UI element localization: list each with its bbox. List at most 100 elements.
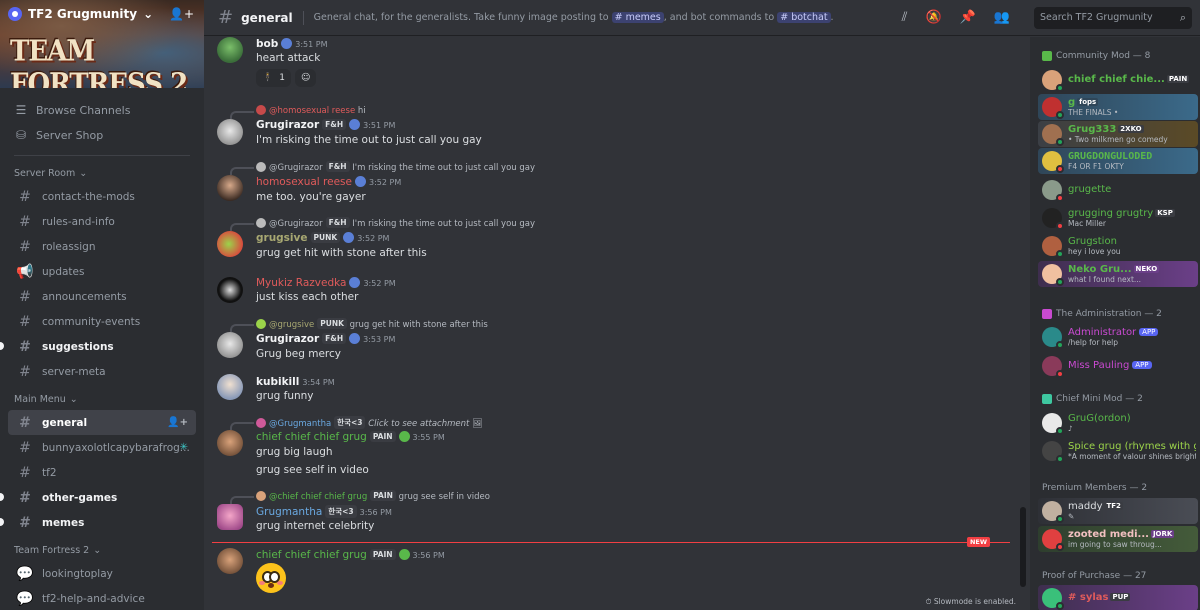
channel-topic[interactable]: General chat, for the generalists. Take …: [314, 12, 834, 23]
status-online-icon: [1056, 111, 1064, 119]
reply-preview[interactable]: @chief chief chief grug PAIN grug see sel…: [256, 490, 490, 502]
member-list-icon[interactable]: 👥: [994, 10, 1010, 25]
forum-lookingtoplay[interactable]: 💬 lookingtoplay: [8, 561, 196, 586]
username[interactable]: Grugirazor F&H 3:51 PM: [256, 119, 395, 131]
avatar[interactable]: [217, 277, 243, 303]
category-server-room[interactable]: Server Room ⌄: [8, 162, 196, 184]
member-item[interactable]: Neko Gru... NEKO what I found next...: [1038, 261, 1198, 287]
avatar[interactable]: [217, 374, 243, 400]
role-badge-icon: [349, 119, 361, 130]
member-name: grugette: [1068, 184, 1112, 195]
invite-icon[interactable]: 👤+: [167, 417, 188, 428]
channel-suggestions[interactable]: # suggestions: [0, 334, 196, 359]
member-item[interactable]: maddy TF2 ✎: [1038, 498, 1198, 524]
timestamp: 3:55 PM: [412, 433, 445, 442]
avatar[interactable]: [217, 548, 243, 574]
status-online-icon: [1056, 602, 1064, 610]
username[interactable]: bob 3:51 PM: [256, 38, 327, 50]
avatar[interactable]: [217, 332, 243, 358]
avatar[interactable]: [217, 175, 243, 201]
forum-tf2-help-and-advice[interactable]: 💬 tf2-help-and-advice: [8, 586, 196, 610]
status-online-icon: [1056, 250, 1064, 258]
username[interactable]: homosexual reese 3:52 PM: [256, 176, 401, 188]
channel-contact-the-mods[interactable]: # contact-the-mods: [8, 184, 196, 209]
role-badge-icon: [354, 176, 366, 187]
timestamp: 3:51 PM: [295, 40, 328, 49]
member-item[interactable]: Miss Pauling APP: [1038, 353, 1198, 379]
member-item[interactable]: Grugstion hey i love you: [1038, 233, 1198, 259]
chat-scrollbar[interactable]: [1020, 507, 1026, 587]
username[interactable]: Myukiz Razvedka 3:52 PM: [256, 277, 396, 289]
member-item[interactable]: GruG(ordon) ♪: [1038, 410, 1198, 436]
channel-roleassign[interactable]: # roleassign: [8, 234, 196, 259]
member-item[interactable]: GRUGDONGULODED F4 OR F1 OKTY: [1038, 148, 1198, 174]
channel-other-games[interactable]: # other-games: [0, 485, 196, 510]
hash-icon: #: [19, 514, 31, 531]
channel-tf2[interactable]: # tf2: [8, 460, 196, 485]
threads-icon[interactable]: ⫽: [902, 10, 908, 25]
reply-preview[interactable]: @grugsive PUNK grug get hit with stone af…: [256, 318, 488, 330]
username[interactable]: grugsive PUNK 3:52 PM: [256, 232, 389, 244]
channel-title: general: [241, 10, 293, 25]
hash-icon: #: [19, 338, 31, 355]
list-icon: ☰: [15, 103, 27, 117]
browse-channels-button[interactable]: ☰ Browse Channels: [8, 98, 196, 122]
member-activity: im going to saw throug...: [1068, 540, 1162, 549]
username[interactable]: chief chief chief grug PAIN 3:56 PM: [256, 549, 445, 561]
notification-bell-muted-icon[interactable]: 🔕: [925, 10, 941, 25]
reply-preview[interactable]: @Grugirazor F&H I'm risking the time out …: [256, 161, 535, 173]
avatar[interactable]: [217, 504, 243, 530]
member-item[interactable]: Spice grug (rhymes with g... *A moment o…: [1038, 438, 1198, 464]
member-item[interactable]: grugette: [1038, 177, 1198, 203]
channel-updates[interactable]: 📢 updates: [8, 259, 196, 284]
server-banner[interactable]: TF2 Grugmunity ⌄ 👤+ TEAM FORTRESS 2: [0, 0, 204, 88]
reply-preview[interactable]: @Grugmantha 한국<3 Click to see attachment …: [256, 416, 483, 429]
member-item[interactable]: Grug333 2XKO • Two milkmen go comedy: [1038, 121, 1198, 147]
channel-general[interactable]: # general 👤+: [8, 410, 196, 435]
forum-icon: 💬: [16, 590, 34, 607]
channel-server-meta[interactable]: # server-meta: [8, 359, 196, 384]
server-shop-button[interactable]: ⛁ Server Shop: [8, 123, 196, 147]
username[interactable]: Grugmantha 한국<3 3:56 PM: [256, 505, 392, 518]
chevron-down-icon: ⌄: [143, 7, 154, 21]
channel-memes[interactable]: # memes: [0, 510, 196, 535]
server-name-button[interactable]: TF2 Grugmunity ⌄: [8, 7, 153, 21]
channel-mention-memes[interactable]: # memes: [611, 12, 664, 23]
category-main-menu[interactable]: Main Menu ⌄: [8, 388, 196, 410]
server-verified-icon: [8, 7, 22, 21]
member-item[interactable]: g fops THE FINALS •: [1038, 94, 1198, 120]
username[interactable]: Grugirazor F&H 3:53 PM: [256, 333, 395, 345]
member-name: Neko Gru... NEKO: [1068, 264, 1160, 275]
member-item[interactable]: grugging grugtry KSP Mac Miller: [1038, 205, 1198, 231]
member-item[interactable]: # sylas PUP: [1038, 585, 1198, 610]
member-item[interactable]: Administrator APP /help for help: [1038, 324, 1198, 350]
invite-people-icon[interactable]: 👤+: [169, 7, 194, 21]
add-reaction-button[interactable]: ☺: [294, 69, 317, 87]
channel-mention-botchat[interactable]: # botchat: [777, 12, 831, 23]
reaction-chip[interactable]: 🕴 1: [256, 69, 291, 87]
avatar[interactable]: [217, 430, 243, 456]
category-team-fortress-2[interactable]: Team Fortress 2 ⌄: [8, 539, 196, 561]
server-tag: PUNK: [310, 232, 341, 243]
pinned-messages-icon[interactable]: 📌: [960, 10, 976, 25]
member-item[interactable]: zooted medi... JORK im going to saw throu…: [1038, 526, 1198, 552]
channel-announcements[interactable]: # announcements: [8, 284, 196, 309]
chevron-down-icon: ⌄: [79, 167, 88, 179]
member-item[interactable]: chief chief chie... PAIN: [1038, 67, 1198, 93]
member-activity: what I found next...: [1068, 275, 1142, 284]
avatar[interactable]: [217, 37, 243, 63]
avatar[interactable]: [217, 231, 243, 257]
reply-preview[interactable]: @homosexual reese hi: [256, 105, 366, 116]
username[interactable]: chief chief chief grug PAIN 3:55 PM: [256, 431, 445, 443]
avatar[interactable]: [217, 119, 243, 145]
reply-preview[interactable]: @Grugirazor F&H I'm risking the time out …: [256, 217, 535, 229]
channel-community-events[interactable]: # community-events: [8, 309, 196, 334]
channel-rules-and-info[interactable]: # rules-and-info: [8, 209, 196, 234]
channel-bunnyaxolotlcapybarafrog[interactable]: # bunnyaxolotlcapybarafrog... ✳: [8, 435, 196, 460]
shield-icon: [1042, 51, 1052, 61]
reply-connector: [230, 496, 254, 504]
username[interactable]: kubikill 3:54 PM: [256, 376, 335, 388]
status-online-icon: [1056, 84, 1064, 92]
member-name: Spice grug (rhymes with g...: [1068, 441, 1196, 452]
search-input[interactable]: Search TF2 Grugmunity ⌕: [1034, 7, 1192, 29]
